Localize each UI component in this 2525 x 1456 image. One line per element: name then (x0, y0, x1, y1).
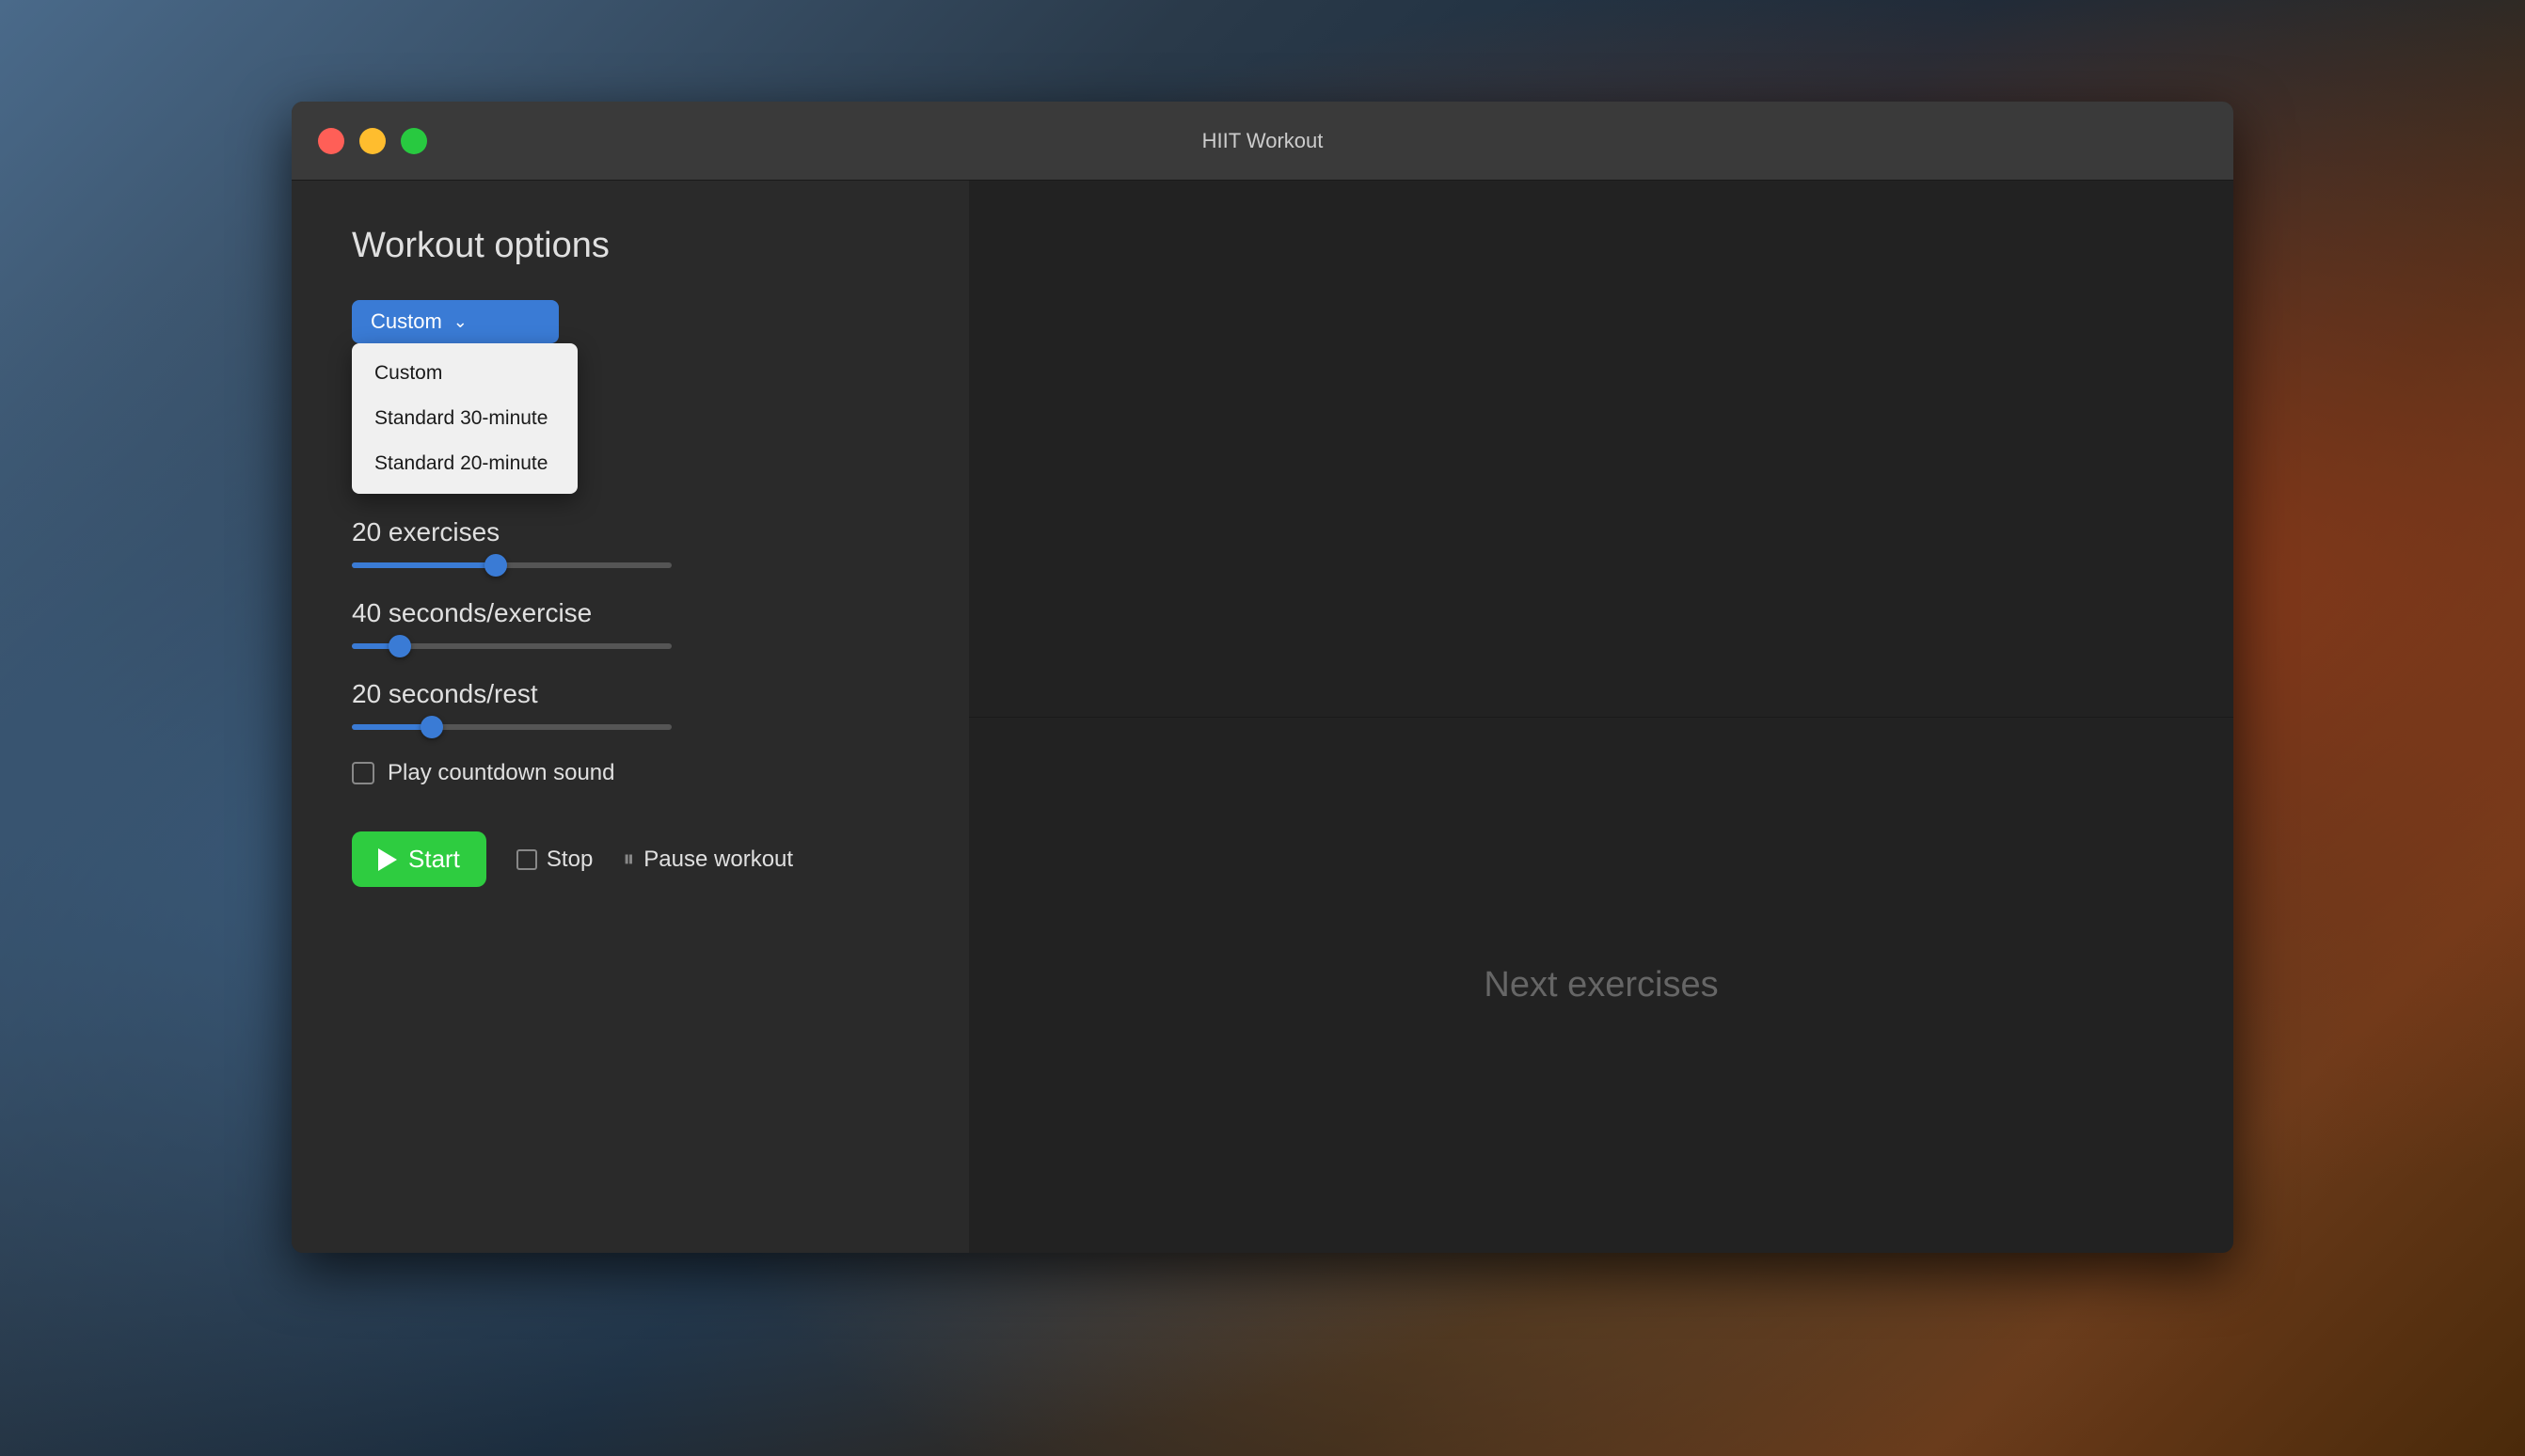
exercises-slider-label: 20 exercises (352, 517, 909, 547)
minimize-button[interactable] (359, 128, 386, 154)
dropdown-item-standard-30[interactable]: Standard 30-minute (352, 396, 578, 441)
exercises-slider-thumb[interactable] (484, 554, 507, 577)
dropdown-item-standard-20[interactable]: Standard 20-minute (352, 441, 578, 486)
seconds-rest-slider-label: 20 seconds/rest (352, 679, 909, 709)
exercises-slider-track[interactable] (352, 562, 672, 568)
stop-checkbox[interactable] (516, 849, 537, 870)
seconds-rest-slider-container: 20 seconds/rest (352, 679, 909, 730)
exercises-slider-container: 20 exercises (352, 517, 909, 568)
seconds-exercise-slider-label: 40 seconds/exercise (352, 598, 909, 628)
maximize-button[interactable] (401, 128, 427, 154)
window-content: Workout options Custom ⌄ Custom Standard… (292, 181, 2233, 1253)
dropdown-item-custom[interactable]: Custom (352, 351, 578, 396)
left-panel: Workout options Custom ⌄ Custom Standard… (292, 181, 969, 1253)
close-button[interactable] (318, 128, 344, 154)
section-title: Workout options (352, 226, 909, 266)
chevron-down-icon: ⌄ (453, 312, 468, 332)
start-button-label: Start (408, 845, 460, 874)
titlebar: HIIT Workout (292, 102, 2233, 181)
play-icon (378, 848, 397, 871)
pause-row[interactable]: ⏸ Pause workout (623, 847, 793, 873)
countdown-checkbox-label: Play countdown sound (388, 760, 615, 786)
seconds-exercise-slider-track[interactable] (352, 643, 672, 649)
seconds-exercise-slider-thumb[interactable] (389, 635, 411, 657)
bottom-bar: Start Stop ⏸ Pause workout (352, 831, 909, 887)
countdown-checkbox[interactable] (352, 762, 374, 784)
dropdown-menu: Custom Standard 30-minute Standard 20-mi… (352, 343, 578, 494)
seconds-rest-slider-thumb[interactable] (421, 716, 443, 738)
workout-type-dropdown[interactable]: Custom ⌄ (352, 300, 559, 343)
right-panel: Next exercises (969, 181, 2233, 1253)
window-title: HIIT Workout (1202, 129, 1324, 153)
right-top-area (969, 181, 2233, 718)
seconds-rest-slider-track[interactable] (352, 724, 672, 730)
start-button[interactable]: Start (352, 831, 486, 887)
stop-row[interactable]: Stop (516, 847, 593, 873)
next-exercises-label: Next exercises (1484, 965, 1718, 1005)
exercises-slider-fill (352, 562, 496, 568)
workout-type-dropdown-wrapper: Custom ⌄ Custom Standard 30-minute Stand… (352, 300, 559, 343)
traffic-lights (318, 128, 427, 154)
stop-label: Stop (547, 847, 593, 873)
main-window: HIIT Workout Workout options Custom ⌄ Cu… (292, 102, 2233, 1253)
seconds-exercise-slider-container: 40 seconds/exercise (352, 598, 909, 649)
dropdown-selected-label: Custom (371, 309, 442, 334)
right-bottom-area: Next exercises (969, 718, 2233, 1254)
pause-icon: ⏸ (623, 847, 634, 873)
countdown-checkbox-row: Play countdown sound (352, 760, 909, 786)
pause-workout-label: Pause workout (643, 847, 793, 873)
